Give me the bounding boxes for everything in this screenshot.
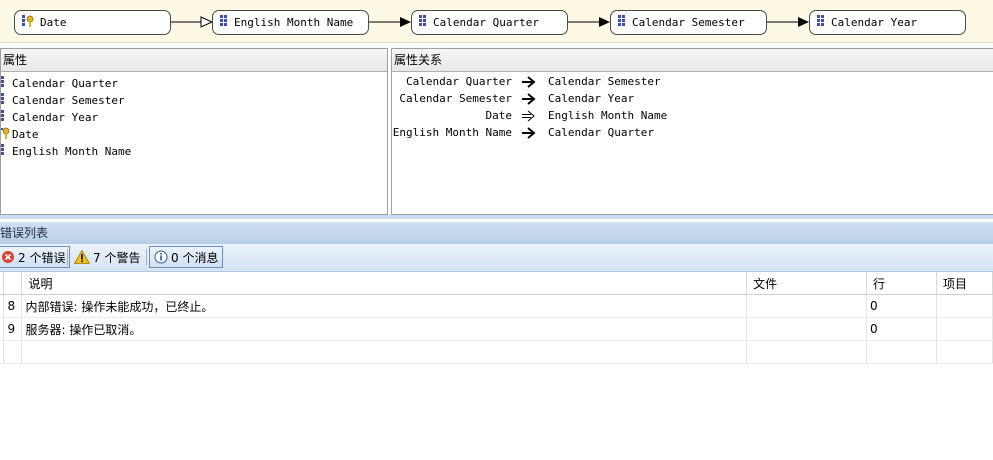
relationship-row[interactable]: English Month Name Calendar Quarter	[392, 126, 992, 143]
attribute-label: English Month Name	[12, 145, 132, 158]
relationships-panel-title: 属性关系	[392, 49, 993, 72]
empty-cell	[3, 340, 23, 364]
row-index: 8	[3, 294, 23, 318]
relationship-target: English Month Name	[548, 109, 668, 122]
attribute-icon	[1, 92, 11, 109]
key-attribute-icon	[1, 126, 11, 143]
hollow-arrowhead	[200, 16, 214, 28]
row-description: 内部错误: 操作未能成功，已终止。	[21, 294, 748, 318]
attribute-list-item[interactable]: Calendar Quarter	[1, 75, 387, 92]
attribute-list-item[interactable]: Calendar Semester	[1, 92, 387, 109]
attribute-icon	[1, 75, 11, 92]
diagram-node-label: Calendar Quarter	[433, 16, 539, 29]
relationship-row[interactable]: Calendar Quarter Calendar Semester	[392, 75, 992, 92]
relationship-row[interactable]: Calendar Semester Calendar Year	[392, 92, 992, 109]
diagram-node-label: Date	[40, 16, 67, 29]
row-description: 服务器: 操作已取消。	[21, 317, 748, 341]
attribute-list-item[interactable]: English Month Name	[1, 143, 387, 160]
solid-arrowhead	[599, 17, 610, 27]
hollow-arrow-icon	[522, 110, 536, 125]
attribute-list-item[interactable]: Date	[1, 126, 387, 143]
empty-cell	[21, 340, 748, 364]
relationship-source: Date	[485, 109, 513, 122]
attribute-label: Date	[12, 128, 39, 141]
relationship-source: Calendar Semester	[399, 92, 512, 105]
toolbar-separator	[146, 249, 147, 265]
attribute-icon	[1, 109, 11, 126]
attribute-relationship-diagram: Date English Month Name Calendar Quarter…	[0, 0, 993, 43]
messages-filter-button[interactable]: 0 个消息	[149, 246, 224, 268]
column-header-description[interactable]: 说明	[21, 272, 748, 295]
error-list-title: 错误列表	[0, 222, 993, 244]
row-line: 0	[866, 317, 937, 341]
empty-cell	[746, 340, 868, 364]
table-row[interactable]: 9 服务器: 操作已取消。 0	[0, 317, 993, 341]
row-file	[746, 294, 868, 318]
relationship-row[interactable]: Date English Month Name	[392, 109, 992, 126]
messages-filter-label: 0 个消息	[171, 250, 219, 265]
warnings-filter-button[interactable]: 7 个警告	[70, 246, 144, 268]
toolbar-separator	[67, 249, 68, 265]
solid-arrow-icon	[522, 76, 536, 91]
column-header-index[interactable]	[3, 272, 23, 295]
empty-cell	[936, 340, 993, 364]
solid-arrowhead	[400, 17, 411, 27]
column-header-file[interactable]: 文件	[746, 272, 868, 295]
errors-filter-button[interactable]: 2 个错误	[0, 246, 71, 268]
diagram-node-label: English Month Name	[234, 16, 354, 29]
error-list-toolbar: 2 个错误 7 个警告 0 个消息	[0, 244, 993, 272]
panel-splitter[interactable]	[0, 215, 993, 219]
diagram-node-date[interactable]: Date	[14, 10, 171, 35]
row-line: 0	[866, 294, 937, 318]
relationship-source: Calendar Quarter	[406, 75, 512, 88]
relationship-target: Calendar Year	[548, 92, 635, 105]
table-header-row: 说明 文件 行 项目	[0, 272, 993, 295]
warnings-filter-label: 7 个警告	[93, 250, 141, 265]
attribute-icon	[1, 143, 11, 160]
table-row[interactable]: 8 内部错误: 操作未能成功，已终止。 0	[0, 294, 993, 318]
row-project	[936, 294, 993, 318]
key-attribute-icon	[22, 14, 34, 31]
info-icon	[154, 250, 168, 264]
diagram-node-label: Calendar Year	[831, 16, 918, 29]
attribute-label: Calendar Semester	[12, 94, 125, 107]
attribute-icon	[220, 14, 228, 31]
attributes-panel-title: 属性	[1, 49, 387, 72]
solid-arrow-icon	[522, 127, 536, 142]
attributes-panel: 属性 Calendar Quarter Calendar Semester Ca…	[0, 48, 388, 215]
attributes-list: Calendar Quarter Calendar Semester Calen…	[1, 72, 387, 160]
empty-cell	[866, 340, 937, 364]
error-list-table: 说明 文件 行 项目 8 内部错误: 操作未能成功，已终止。 0 9 服务器: …	[0, 272, 993, 364]
table-row-empty	[0, 340, 993, 364]
relationship-target: Calendar Semester	[548, 75, 661, 88]
attribute-icon	[618, 14, 626, 31]
diagram-node-label: Calendar Semester	[632, 16, 745, 29]
diagram-node-calendar-semester[interactable]: Calendar Semester	[610, 10, 767, 35]
solid-arrow-icon	[522, 93, 536, 108]
solid-arrowhead	[798, 17, 809, 27]
warning-icon	[74, 250, 90, 264]
row-file	[746, 317, 868, 341]
column-header-project[interactable]: 项目	[936, 272, 993, 295]
relationship-source: English Month Name	[392, 126, 512, 139]
attribute-list-item[interactable]: Calendar Year	[1, 109, 387, 126]
diagram-node-english-month-name[interactable]: English Month Name	[212, 10, 369, 35]
attribute-icon	[817, 14, 825, 31]
error-icon	[1, 250, 15, 264]
row-project	[936, 317, 993, 341]
column-header-line[interactable]: 行	[866, 272, 937, 295]
relationships-panel: 属性关系 Calendar Quarter Calendar Semester …	[391, 48, 993, 215]
relationship-target: Calendar Quarter	[548, 126, 654, 139]
diagram-node-calendar-year[interactable]: Calendar Year	[809, 10, 966, 35]
attribute-icon	[419, 14, 427, 31]
row-index: 9	[3, 317, 23, 341]
diagram-node-calendar-quarter[interactable]: Calendar Quarter	[411, 10, 568, 35]
attribute-label: Calendar Quarter	[12, 77, 118, 90]
attribute-label: Calendar Year	[12, 111, 99, 124]
errors-filter-label: 2 个错误	[18, 250, 66, 265]
